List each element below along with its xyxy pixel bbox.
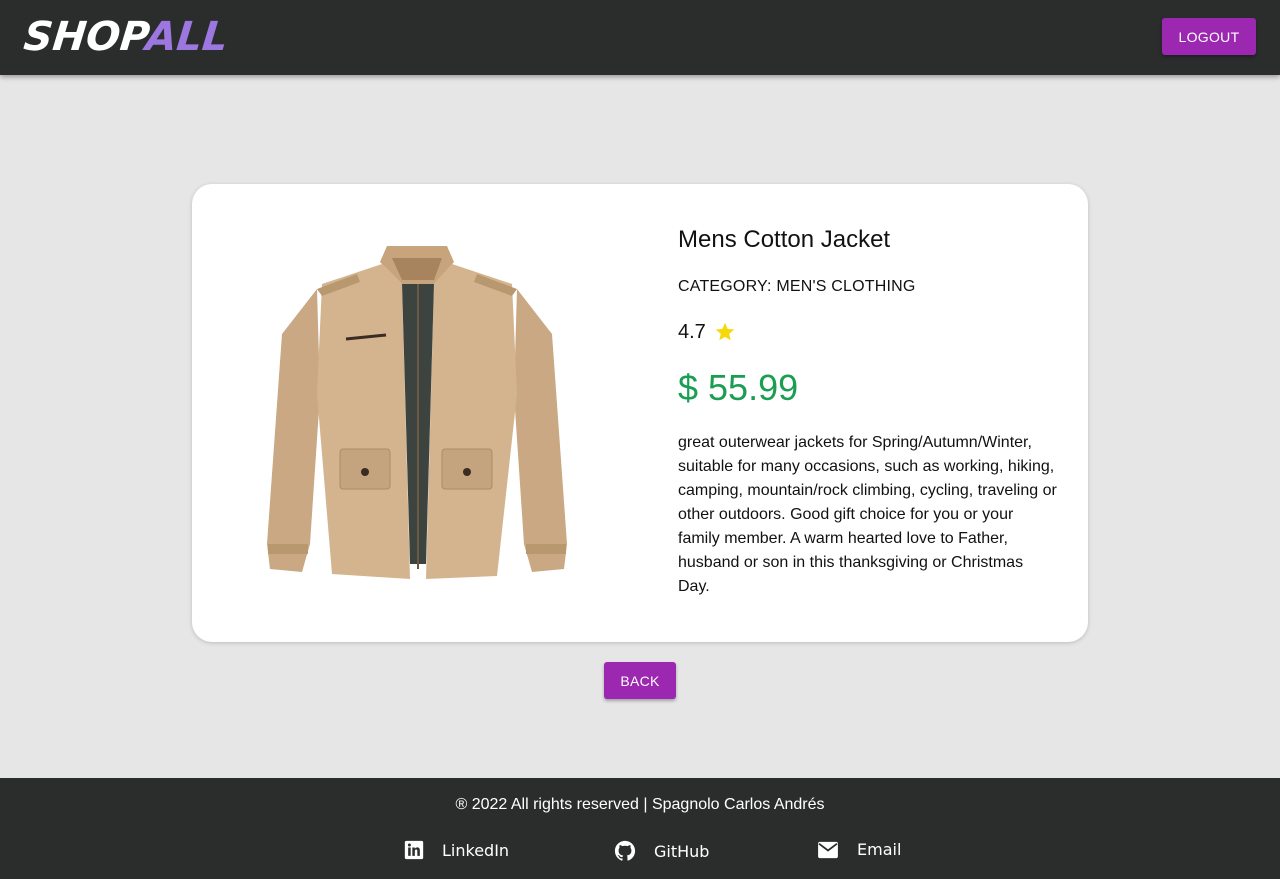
rating-value: 4.7 bbox=[678, 320, 706, 343]
product-info: Mens Cotton Jacket CATEGORY: MEN'S CLOTH… bbox=[678, 224, 1068, 599]
product-rating: 4.7 bbox=[678, 318, 1068, 346]
email-label: Email bbox=[857, 840, 902, 859]
linkedin-icon bbox=[404, 840, 424, 860]
github-icon bbox=[614, 840, 636, 861]
product-title: Mens Cotton Jacket bbox=[678, 226, 891, 253]
email-icon bbox=[818, 841, 838, 858]
logo-text-shop: SHOP bbox=[21, 14, 149, 60]
shopall-logo[interactable]: SHOPALL bbox=[22, 14, 231, 60]
github-link[interactable]: GitHub bbox=[614, 840, 709, 862]
back-button[interactable]: BACK bbox=[604, 662, 676, 699]
email-link[interactable]: Email bbox=[817, 840, 901, 859]
product-card: Mens Cotton Jacket CATEGORY: MEN'S CLOTH… bbox=[192, 184, 1088, 642]
product-price: $ 55.99 bbox=[678, 367, 799, 408]
github-label: GitHub bbox=[654, 841, 710, 861]
star-icon bbox=[715, 322, 734, 341]
top-app-bar: SHOPALL LOGOUT bbox=[0, 0, 1280, 75]
footer: ® 2022 All rights reserved | Spagnolo Ca… bbox=[0, 778, 1280, 879]
logo-text-all: ALL bbox=[143, 14, 231, 60]
linkedin-label: LinkedIn bbox=[442, 840, 510, 860]
product-category: CATEGORY: MEN'S CLOTHING bbox=[678, 278, 916, 295]
logout-button[interactable]: LOGOUT bbox=[1162, 18, 1256, 55]
product-description: great outerwear jackets for Spring/Autum… bbox=[678, 434, 1057, 595]
linkedin-link[interactable]: LinkedIn bbox=[404, 840, 509, 860]
copyright-text: ® 2022 All rights reserved | Spagnolo Ca… bbox=[455, 796, 825, 813]
product-image-jacket bbox=[267, 246, 567, 579]
